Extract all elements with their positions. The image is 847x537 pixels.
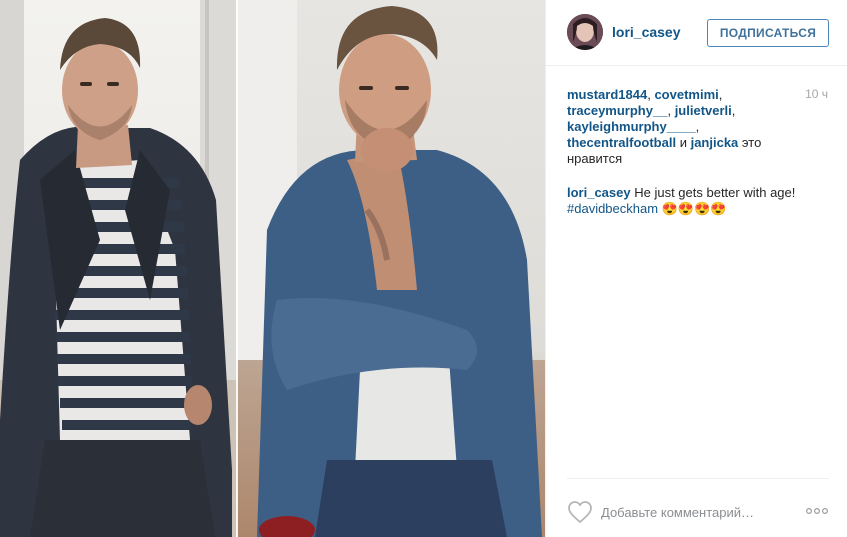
man-in-blazer-figure <box>0 0 237 537</box>
caption-text: He just gets better with age! <box>634 185 796 200</box>
caption-hashtag-link[interactable]: #davidbeckham <box>567 201 658 216</box>
liker-link[interactable]: mustard1844 <box>567 87 647 102</box>
liker-link[interactable]: kayleighmurphy____ <box>567 119 696 134</box>
photo-panel-left <box>0 0 237 537</box>
avatar-image <box>567 14 603 50</box>
heart-outline-icon[interactable] <box>567 500 593 524</box>
liker-link[interactable]: janjicka <box>691 135 739 150</box>
comment-input[interactable] <box>601 503 777 521</box>
follow-button[interactable]: ПОДПИСАТЬСЯ <box>707 19 829 47</box>
avatar[interactable] <box>567 14 603 50</box>
separator: , <box>718 87 723 102</box>
post-author-link[interactable]: lori_casey <box>612 24 681 40</box>
post-actions <box>567 478 829 537</box>
separator: , <box>695 119 700 134</box>
post-photo[interactable] <box>0 0 545 537</box>
caption-author-link[interactable]: lori_casey <box>567 185 631 200</box>
liker-link[interactable]: traceymurphy__ <box>567 103 667 118</box>
post-timestamp[interactable]: 10 ч <box>805 87 828 101</box>
and-word: и <box>679 135 687 150</box>
caption-emoji: 😍😍😍😍 <box>661 201 727 216</box>
post-header: lori_casey ПОДПИСАТЬСЯ <box>546 0 847 66</box>
likes-summary: mustard1844, covetmimi, traceymurphy__, … <box>567 87 777 167</box>
more-options-icon[interactable] <box>805 505 829 517</box>
liker-link[interactable]: covetmimi <box>654 87 718 102</box>
man-in-denim-figure <box>237 0 545 537</box>
liker-link[interactable]: thecentralfootball <box>567 135 676 150</box>
separator: , <box>667 103 675 118</box>
liker-link[interactable]: julietverli <box>675 103 732 118</box>
post-caption: lori_casey He just gets better with age!… <box>567 185 829 217</box>
photo-panel-right <box>237 0 545 537</box>
photo-divider <box>236 0 238 537</box>
separator: , <box>731 103 736 118</box>
post-side-panel: lori_casey ПОДПИСАТЬСЯ mustard1844, cove… <box>545 0 847 537</box>
